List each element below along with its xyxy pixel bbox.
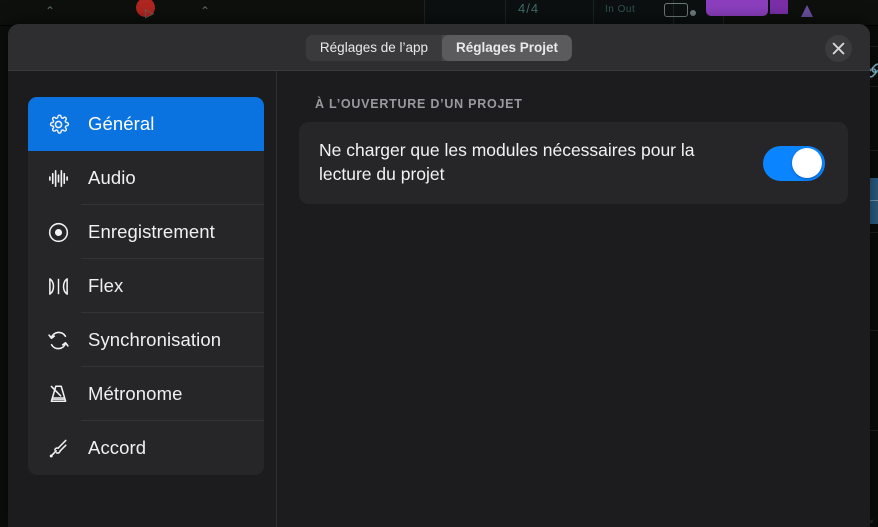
background-purple-region-2 [770, 0, 788, 14]
sidebar-item-audio[interactable]: Audio [28, 151, 264, 205]
sidebar-item-tuning[interactable]: Accord [28, 421, 264, 475]
background-window-icon [664, 3, 688, 17]
background-toolbar-icon-3: ⌃ [200, 4, 211, 18]
sidebar-item-label: Synchronisation [88, 329, 222, 350]
settings-scope-tabs[interactable]: Réglages de l’app Réglages Projet [305, 35, 573, 61]
load-modules-toggle[interactable] [763, 145, 825, 181]
sidebar-item-label: Flex [88, 275, 124, 296]
sync-icon [46, 328, 70, 352]
setting-label: Ne charger que les modules nécessaires p… [319, 140, 695, 184]
setting-row-load-modules: Ne charger que les modules nécessaires p… [299, 122, 848, 204]
metronome-icon [46, 382, 70, 406]
sidebar-item-label: Enregistrement [88, 221, 215, 242]
sidebar-item-general[interactable]: Général [28, 97, 264, 151]
background-toolbar-icon-1: ⌃ [45, 4, 56, 18]
settings-content: À L’OUVERTURE D’UN PROJET Ne charger que… [277, 71, 870, 527]
settings-sidebar: Général Audio Enregistrement Flex Synchr… [8, 71, 277, 527]
sidebar-item-label: Métronome [88, 383, 183, 404]
background-purple-region [706, 0, 768, 16]
background-time-signature: 4/4 [518, 1, 540, 16]
dialog-header: Réglages de l’app Réglages Projet [8, 24, 870, 71]
record-icon [46, 220, 70, 244]
tuning-fork-icon [46, 436, 70, 460]
close-button[interactable] [825, 35, 852, 62]
close-icon [832, 42, 845, 55]
gear-icon [46, 112, 70, 136]
settings-dialog: Réglages de l’app Réglages Projet Généra… [8, 24, 870, 527]
sidebar-item-label: Accord [88, 437, 147, 458]
settings-nav-list: Général Audio Enregistrement Flex Synchr… [28, 97, 264, 475]
sidebar-item-metronome[interactable]: Métronome [28, 367, 264, 421]
sidebar-item-synchronisation[interactable]: Synchronisation [28, 313, 264, 367]
dialog-body: Général Audio Enregistrement Flex Synchr… [8, 71, 870, 527]
flex-icon [46, 274, 70, 298]
section-title: À L’OUVERTURE D’UN PROJET [315, 97, 523, 111]
sidebar-item-label: Audio [88, 167, 136, 188]
sidebar-item-recording[interactable]: Enregistrement [28, 205, 264, 259]
toggle-knob [792, 148, 822, 178]
sidebar-item-label: Général [88, 113, 155, 134]
background-io-label: In Out [605, 4, 636, 15]
background-toolbar: ⌃ ▷ ⌃ 4/4 In Out [0, 0, 878, 26]
background-triangle-icon [800, 4, 814, 17]
waveform-icon [46, 166, 70, 190]
tab-app-settings[interactable]: Réglages de l’app [305, 35, 443, 61]
sidebar-item-flex[interactable]: Flex [28, 259, 264, 313]
background-toolbar-icon-2: ▷ [145, 6, 155, 20]
tab-project-settings[interactable]: Réglages Projet [442, 35, 573, 61]
background-status-dot [690, 10, 696, 16]
